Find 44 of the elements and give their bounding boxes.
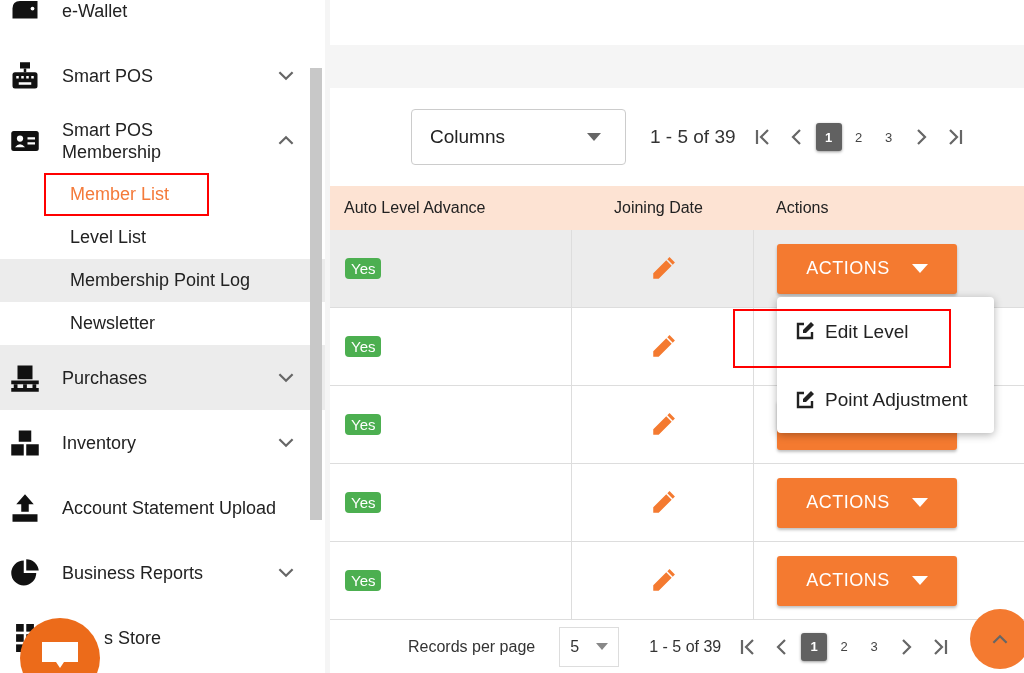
scrollbar[interactable]	[310, 68, 322, 520]
page-range: 1 - 5 of 39	[650, 126, 736, 148]
caret-icon	[911, 498, 928, 507]
pie-chart-icon	[10, 557, 40, 588]
caret-icon	[587, 133, 601, 141]
status-badge: Yes	[345, 492, 382, 513]
chevron-up-icon	[991, 633, 1009, 645]
sidebar-item[interactable]: Business Reports	[0, 540, 325, 605]
page-size-select[interactable]: 5	[559, 626, 620, 667]
edit-icon	[795, 321, 815, 341]
page-range: 1 - 5 of 39	[649, 637, 722, 656]
sidebar-item[interactable]: Inventory	[0, 410, 325, 475]
caret-icon	[596, 643, 609, 650]
menu-item[interactable]: Point Adjustment	[777, 365, 994, 425]
sidebar-item[interactable]: Account Statement Upload	[0, 475, 325, 540]
menu-item[interactable]: Edit Level	[777, 305, 994, 365]
sidebar-item[interactable]: Purchases	[0, 345, 325, 410]
page-number[interactable]: 1	[801, 632, 828, 661]
page-number[interactable]: 2	[831, 632, 858, 661]
cash-register-icon	[10, 60, 40, 91]
upload-icon	[10, 492, 40, 523]
page-number[interactable]: 1	[815, 123, 842, 151]
sidebar-item[interactable]: e-Wallet	[0, 0, 325, 43]
status-badge: Yes	[345, 570, 382, 591]
columns-select[interactable]: Columns	[411, 109, 626, 165]
page-number[interactable]: 3	[861, 632, 888, 661]
edit-icon	[795, 389, 815, 410]
column-header[interactable]: Joining Date	[572, 199, 754, 217]
status-badge: Yes	[345, 258, 382, 279]
submenu-item[interactable]: Newsletter	[70, 313, 156, 334]
page-number[interactable]: 2	[845, 123, 872, 151]
status-badge: Yes	[345, 336, 382, 357]
chat-icon	[40, 640, 80, 670]
column-header[interactable]: Actions	[754, 199, 1024, 217]
caret-icon	[911, 576, 928, 585]
sidebar-item[interactable]: Smart POS	[0, 43, 325, 108]
page-number[interactable]: 3	[875, 123, 902, 151]
sidebar-item[interactable]: Smart POS Membership	[0, 108, 325, 173]
status-badge: Yes	[345, 414, 382, 435]
records-per-page-label: Records per page	[408, 637, 536, 656]
caret-icon	[911, 264, 928, 273]
scroll-top-button[interactable]	[970, 609, 1024, 669]
column-header[interactable]: Auto Level Advance	[330, 199, 572, 217]
submenu-item[interactable]: Level List	[70, 227, 147, 248]
